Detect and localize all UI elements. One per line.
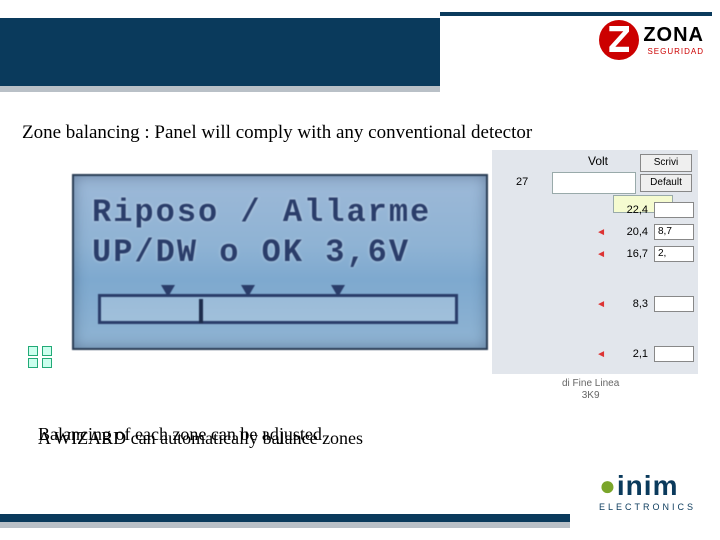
zona-subtext: SEGURIDAD bbox=[643, 47, 704, 56]
threshold-row: ◄ 8,3 bbox=[596, 296, 694, 312]
write-button[interactable]: Scrivi bbox=[640, 154, 692, 172]
threshold-value: 22,4 bbox=[614, 204, 648, 216]
volt-title: Volt bbox=[588, 154, 608, 168]
bar-cursor bbox=[199, 299, 203, 323]
panel-caption-line1: di Fine Linea bbox=[562, 378, 619, 390]
header: ZONA SEGURIDAD bbox=[0, 0, 720, 100]
lcd-line1: Riposo / Allarme bbox=[92, 194, 431, 231]
logo-inim: ●inim ELECTRONICS bbox=[599, 470, 696, 512]
threshold-box[interactable] bbox=[654, 346, 694, 362]
panel-caption: di Fine Linea 3K9 bbox=[562, 378, 619, 402]
tick-icon: ◄ bbox=[596, 299, 606, 310]
threshold-box[interactable] bbox=[654, 202, 694, 218]
threshold-row: 22,4 bbox=[614, 202, 694, 218]
inim-name: inim bbox=[617, 470, 679, 501]
header-thinbar bbox=[440, 12, 712, 16]
logo-zona: ZONA SEGURIDAD bbox=[599, 20, 704, 60]
bottom-text: Balancing of each zone can be adjusted A… bbox=[38, 424, 363, 449]
zone-number: 27 bbox=[516, 176, 528, 188]
default-button[interactable]: Default bbox=[640, 174, 692, 192]
bar-mark-icon bbox=[331, 285, 345, 297]
header-grayline bbox=[0, 86, 440, 92]
inim-subtext: ELECTRONICS bbox=[599, 502, 696, 512]
inim-text: ●inim bbox=[599, 470, 696, 502]
volt-panel: Volt 27 Scrivi Default 22,4 ◄ 20,4 8,7 ◄… bbox=[492, 150, 698, 374]
zona-mark-icon bbox=[599, 20, 639, 60]
volt-input[interactable] bbox=[552, 172, 636, 194]
threshold-value: 16,7 bbox=[614, 248, 648, 260]
threshold-box[interactable]: 8,7 bbox=[654, 224, 694, 240]
lcd-line2: UP/DW o OK 3,6V bbox=[92, 234, 410, 271]
threshold-value: 8,3 bbox=[614, 298, 648, 310]
lcd-photo: Riposo / Allarme UP/DW o OK 3,6V bbox=[72, 174, 488, 350]
header-bluebar bbox=[0, 18, 440, 86]
tick-icon: ◄ bbox=[596, 249, 606, 260]
bar-mark-icon bbox=[241, 285, 255, 297]
threshold-box[interactable] bbox=[654, 296, 694, 312]
content-area: Volt 27 Scrivi Default 22,4 ◄ 20,4 8,7 ◄… bbox=[22, 150, 698, 386]
zona-text: ZONA bbox=[643, 24, 704, 47]
threshold-box[interactable]: 2, bbox=[654, 246, 694, 262]
threshold-value: 2,1 bbox=[614, 348, 648, 360]
tick-icon: ◄ bbox=[596, 227, 606, 238]
threshold-row: ◄ 20,4 8,7 bbox=[596, 224, 694, 240]
panel-caption-line2: 3K9 bbox=[562, 390, 619, 402]
bottom-line2: A WIZARD can automatically balance zones bbox=[38, 428, 363, 449]
lcd-bar bbox=[98, 294, 458, 324]
bar-mark-icon bbox=[161, 285, 175, 297]
tick-icon: ◄ bbox=[596, 349, 606, 360]
resistor-icon bbox=[22, 340, 68, 370]
threshold-value: 20,4 bbox=[614, 226, 648, 238]
threshold-row: ◄ 2,1 bbox=[596, 346, 694, 362]
page-title: Zone balancing : Panel will comply with … bbox=[22, 122, 532, 144]
threshold-row: ◄ 16,7 2, bbox=[596, 246, 694, 262]
